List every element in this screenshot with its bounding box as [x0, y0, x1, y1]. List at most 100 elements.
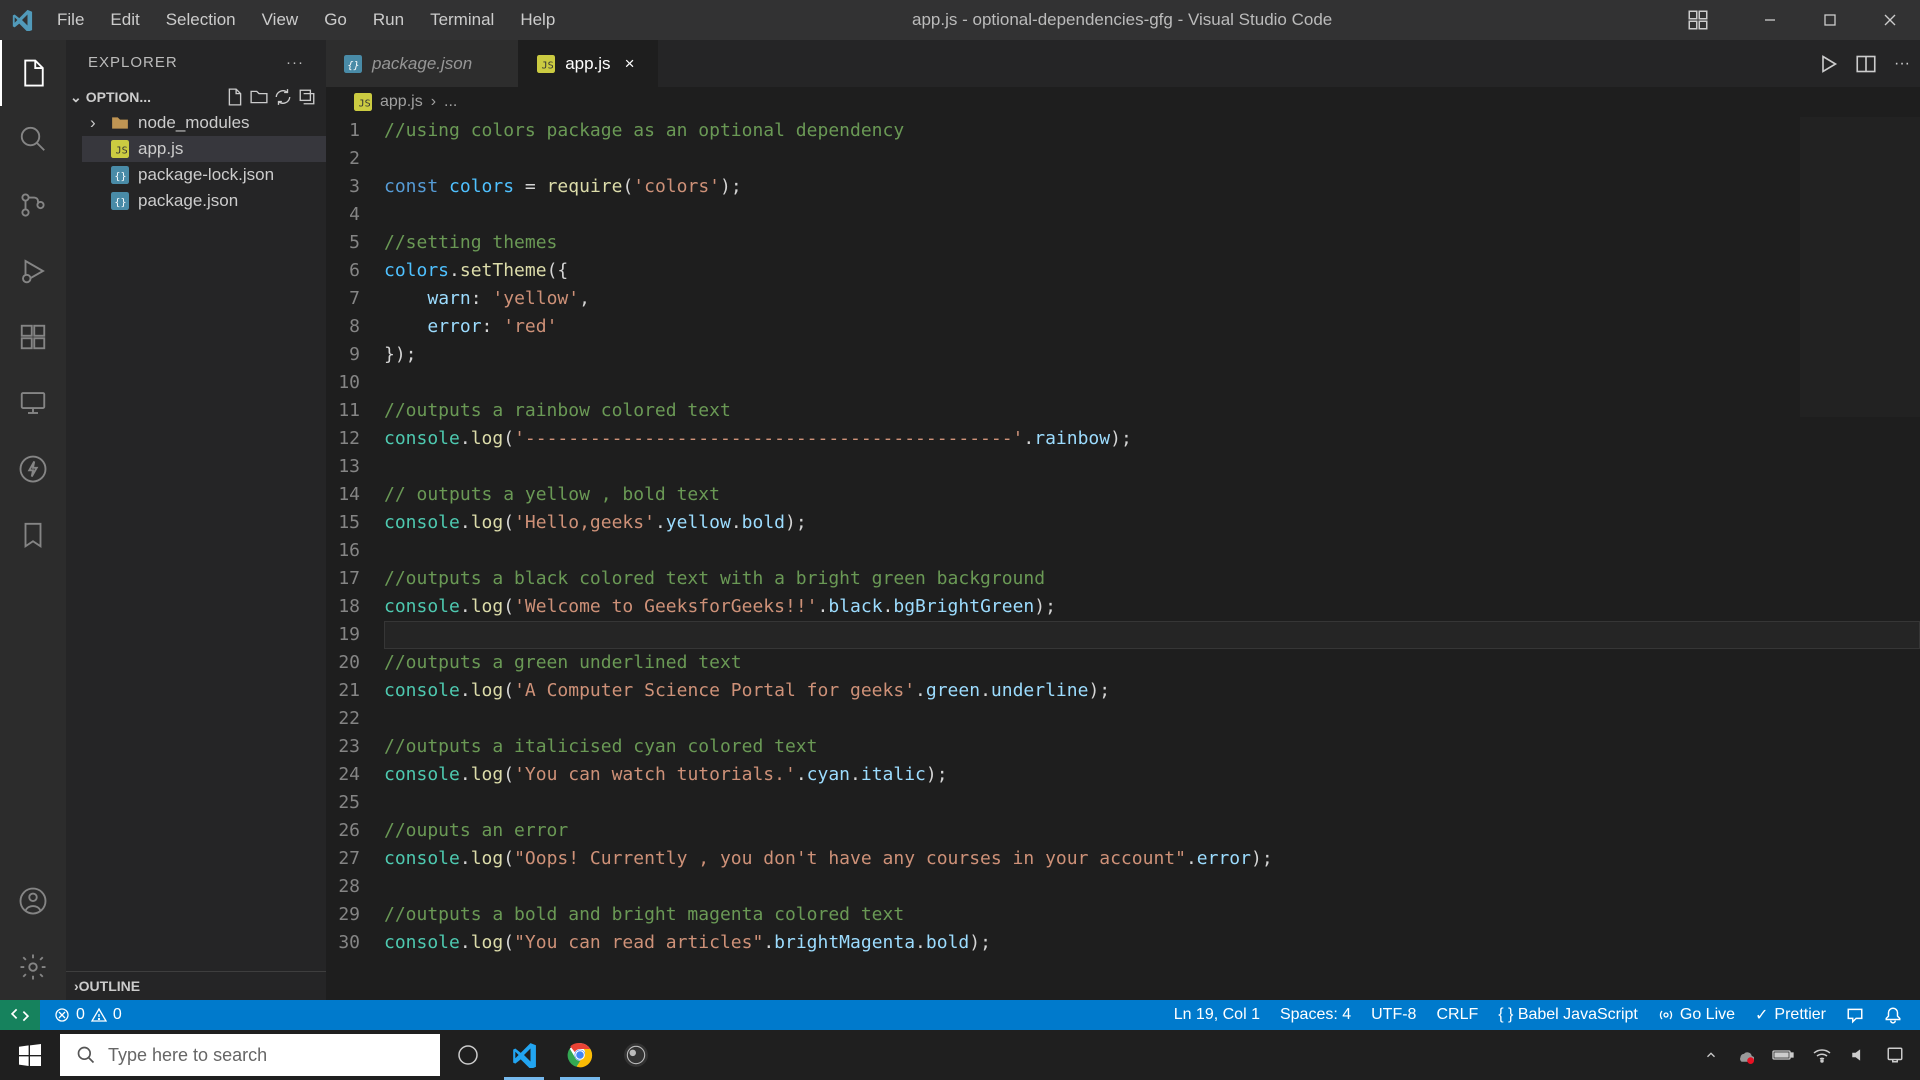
menu-selection[interactable]: Selection [153, 10, 249, 30]
file-label: package.json [138, 191, 238, 211]
file-label: app.js [138, 139, 183, 159]
thunder-icon[interactable] [0, 436, 66, 502]
tray-volume-icon[interactable] [1850, 1046, 1868, 1064]
split-editor-icon[interactable] [1856, 54, 1876, 74]
code-editor[interactable]: 1234567891011121314151617181920212223242… [326, 117, 1920, 1000]
maximize-button[interactable] [1800, 0, 1860, 40]
tray-wifi-icon[interactable] [1812, 1047, 1832, 1063]
minimize-button[interactable] [1740, 0, 1800, 40]
tab-label: app.js [565, 54, 610, 74]
explorer-icon[interactable] [0, 40, 66, 106]
file-app-js[interactable]: JS app.js [82, 136, 326, 162]
breadcrumb-file: app.js [380, 93, 423, 111]
language-indicator[interactable]: { } Babel JavaScript [1488, 1006, 1648, 1024]
activity-bar [0, 40, 66, 1000]
source-control-icon[interactable] [0, 172, 66, 238]
warnings-count: 0 [113, 1006, 122, 1024]
tray-notifications-icon[interactable] [1886, 1046, 1904, 1064]
bell-icon[interactable] [1874, 1006, 1912, 1024]
tray-battery-icon[interactable] [1772, 1048, 1794, 1062]
chrome-taskbar-icon[interactable] [552, 1030, 608, 1080]
json-icon: {} [110, 165, 130, 185]
chevron-down-icon: ⌄ [70, 89, 82, 106]
explorer-title: EXPLORER [88, 54, 178, 71]
svg-text:JS: JS [116, 146, 128, 157]
menu-go[interactable]: Go [311, 10, 360, 30]
line-gutter: 1234567891011121314151617181920212223242… [326, 117, 384, 1000]
problems-indicator[interactable]: 0 0 [44, 1006, 132, 1024]
breadcrumb-rest: ... [444, 93, 457, 111]
breadcrumb[interactable]: JS app.js › ... [326, 87, 1920, 117]
chevron-right-icon: › [90, 113, 102, 133]
taskbar-search[interactable]: Type here to search [60, 1034, 440, 1076]
run-icon[interactable] [1818, 54, 1838, 74]
remote-explorer-icon[interactable] [0, 370, 66, 436]
close-button[interactable] [1860, 0, 1920, 40]
accounts-icon[interactable] [0, 868, 66, 934]
explorer-sidebar: EXPLORER ··· ⌄ OPTION... › node_modules [66, 40, 326, 1000]
vscode-logo [0, 9, 44, 31]
system-tray [1704, 1046, 1920, 1064]
project-section[interactable]: ⌄ OPTION... [66, 84, 326, 110]
layout-icon[interactable] [1676, 10, 1720, 30]
go-live-label: Go Live [1680, 1006, 1735, 1024]
editor-area: {} package.json × JS app.js × ··· JS app… [326, 40, 1920, 1000]
window-title: app.js - optional-dependencies-gfg - Vis… [568, 10, 1676, 30]
tab-package-json[interactable]: {} package.json × [326, 40, 519, 87]
prettier-label: Prettier [1774, 1006, 1826, 1024]
menu-help[interactable]: Help [507, 10, 568, 30]
svg-text:JS: JS [359, 99, 371, 110]
tab-app-js[interactable]: JS app.js × [519, 40, 657, 87]
project-name: OPTION... [86, 89, 151, 105]
remote-indicator[interactable] [0, 1000, 40, 1030]
svg-text:JS: JS [542, 60, 554, 71]
more-icon[interactable]: ··· [286, 54, 304, 71]
new-file-icon[interactable] [226, 88, 244, 106]
collapse-all-icon[interactable] [298, 88, 316, 106]
menu-run[interactable]: Run [360, 10, 417, 30]
indent-indicator[interactable]: Spaces: 4 [1270, 1006, 1361, 1024]
task-view-icon[interactable] [440, 1030, 496, 1080]
editor-tabs: {} package.json × JS app.js × ··· [326, 40, 1920, 87]
code-content[interactable]: //using colors package as an optional de… [384, 117, 1920, 1000]
search-icon[interactable] [0, 106, 66, 172]
breadcrumb-sep: › [431, 93, 436, 111]
run-debug-icon[interactable] [0, 238, 66, 304]
folder-icon [110, 113, 130, 133]
file-package-lock[interactable]: {} package-lock.json [82, 162, 326, 188]
minimap[interactable] [1800, 117, 1920, 417]
search-placeholder: Type here to search [108, 1045, 267, 1066]
go-live-button[interactable]: Go Live [1648, 1006, 1745, 1024]
tray-chevron-icon[interactable] [1704, 1048, 1718, 1062]
encoding-indicator[interactable]: UTF-8 [1361, 1006, 1426, 1024]
menu-edit[interactable]: Edit [97, 10, 152, 30]
menu-view[interactable]: View [249, 10, 312, 30]
json-icon: {} [110, 191, 130, 211]
js-icon: JS [110, 139, 130, 159]
refresh-icon[interactable] [274, 88, 292, 106]
settings-gear-icon[interactable] [0, 934, 66, 1000]
vscode-taskbar-icon[interactable] [496, 1030, 552, 1080]
prettier-indicator[interactable]: ✓Prettier [1745, 1005, 1836, 1025]
start-button[interactable] [0, 1030, 60, 1080]
feedback-icon[interactable] [1836, 1006, 1874, 1024]
extensions-icon[interactable] [0, 304, 66, 370]
cursor-position[interactable]: Ln 19, Col 1 [1164, 1006, 1270, 1024]
obs-taskbar-icon[interactable] [608, 1030, 664, 1080]
js-icon: JS [354, 93, 372, 111]
title-bar: File Edit Selection View Go Run Terminal… [0, 0, 1920, 40]
file-package-json[interactable]: {} package.json [82, 188, 326, 214]
new-folder-icon[interactable] [250, 88, 268, 106]
bookmark-icon[interactable] [0, 502, 66, 568]
tray-onedrive-icon[interactable] [1736, 1046, 1754, 1064]
tab-label: package.json [372, 54, 472, 74]
more-icon[interactable]: ··· [1894, 55, 1910, 73]
menu-terminal[interactable]: Terminal [417, 10, 507, 30]
outline-section[interactable]: › OUTLINE [66, 971, 326, 1000]
eol-indicator[interactable]: CRLF [1426, 1006, 1488, 1024]
menu-file[interactable]: File [44, 10, 97, 30]
folder-node-modules[interactable]: › node_modules [82, 110, 326, 136]
file-label: node_modules [138, 113, 250, 133]
svg-text:{}: {} [114, 198, 126, 209]
close-icon[interactable]: × [621, 55, 639, 73]
